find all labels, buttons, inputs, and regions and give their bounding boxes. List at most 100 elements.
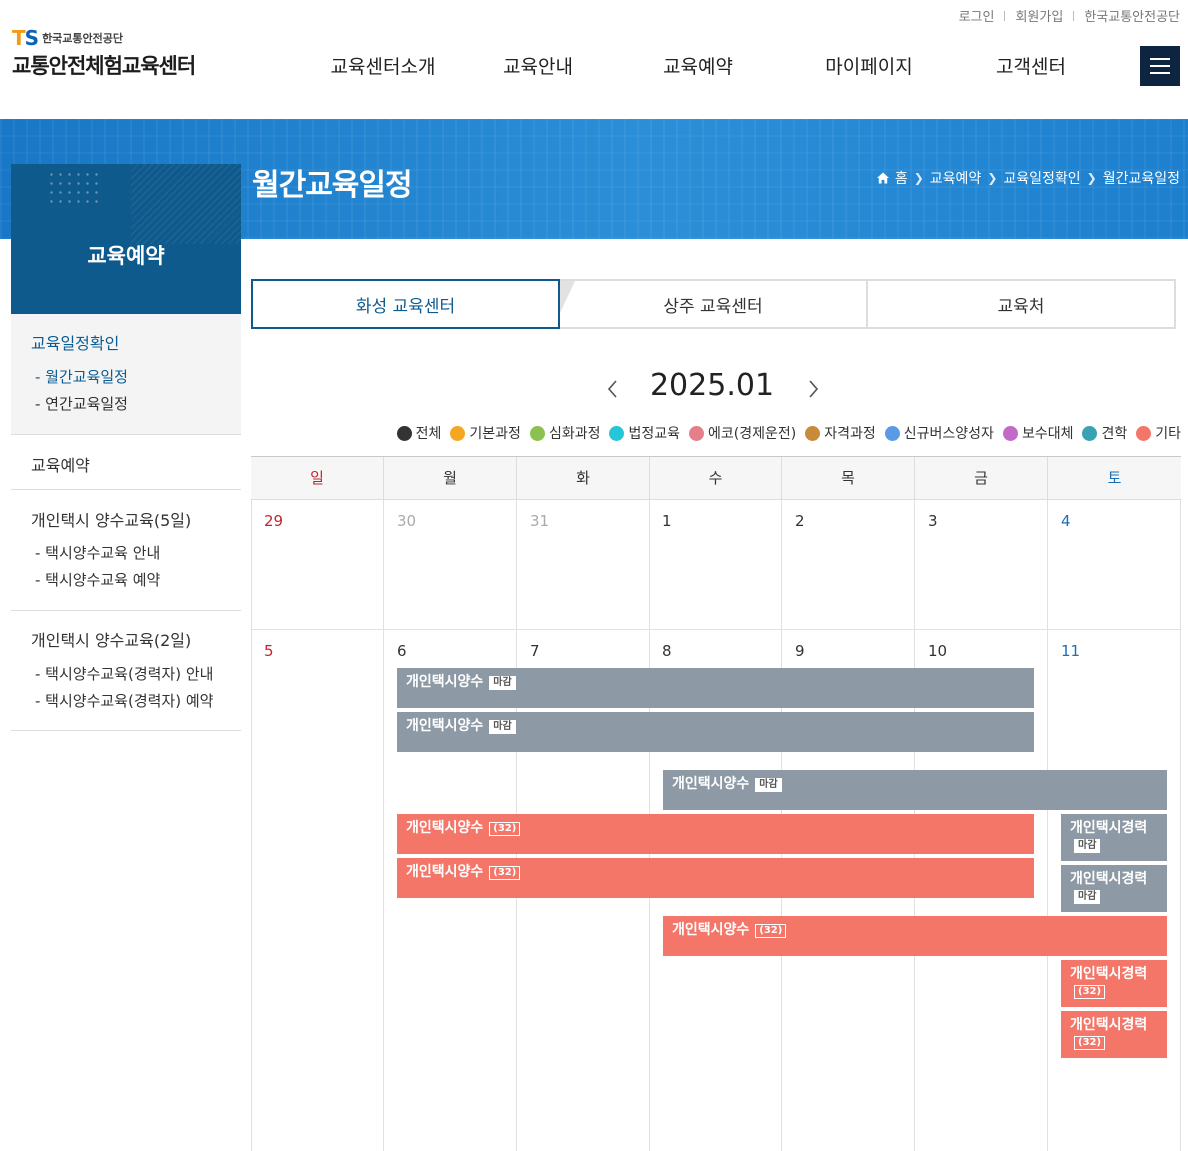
chevron-right-icon: ❯ xyxy=(987,171,998,185)
site-logo[interactable]: TS 한국교통안전공단 교통안전체험교육센터 xyxy=(12,28,196,80)
legend-label: 신규버스양성자 xyxy=(903,426,994,442)
grid-line xyxy=(251,629,1181,630)
nav-customer-center[interactable]: 고객센터 xyxy=(952,52,1110,79)
event-bar[interactable]: 개인택시양수 (32) xyxy=(397,814,1034,854)
day-cell[interactable]: 11 xyxy=(1061,642,1080,660)
sidebar-item-booking[interactable]: 교육예약 xyxy=(31,452,90,476)
event-title: 개인택시경력 xyxy=(1070,966,1148,982)
sidebar-item-exp-booking[interactable]: - 택시양수교육(경력자) 예약 xyxy=(35,690,213,711)
sidebar-item-exp-guide[interactable]: - 택시양수교육(경력자) 안내 xyxy=(35,663,213,684)
event-bar[interactable]: 개인택시경력 마감 xyxy=(1061,865,1167,912)
grid-line xyxy=(251,500,252,1151)
legend-item[interactable]: 기본과정 xyxy=(450,423,521,443)
event-bar[interactable]: 개인택시경력 (32) xyxy=(1061,1011,1167,1058)
current-month: 2025.01 xyxy=(649,368,775,403)
event-bar[interactable]: 개인택시양수 (32) xyxy=(397,858,1034,898)
legend-item[interactable]: 자격과정 xyxy=(805,423,876,443)
sidebar-item-monthly[interactable]: - 월간교육일정 xyxy=(35,366,128,387)
legend-item[interactable]: 법정교육 xyxy=(609,423,680,443)
weekday-thu: 목 xyxy=(781,457,914,500)
legend-item[interactable]: 심화과정 xyxy=(529,423,601,443)
weekday-sun: 일 xyxy=(310,469,324,487)
status-badge: 마감 xyxy=(489,720,516,734)
day-cell[interactable]: 2 xyxy=(795,512,805,530)
sidebar-item-taxi-5day[interactable]: 개인택시 양수교육(5일) xyxy=(31,507,191,531)
legend-dot-icon xyxy=(1136,425,1152,441)
nav-center-intro[interactable]: 교육센터소개 xyxy=(300,52,466,79)
divider xyxy=(1004,10,1006,21)
kotsa-link[interactable]: 한국교통안전공단 xyxy=(1084,6,1180,25)
sidebar-item-schedule[interactable]: 교육일정확인 xyxy=(31,330,119,354)
event-bar[interactable]: 개인택시양수 마감 xyxy=(397,668,1034,708)
sidebar-item-yearly[interactable]: - 연간교육일정 xyxy=(35,393,128,414)
sidebar-item-taxi-booking[interactable]: - 택시양수교육 예약 xyxy=(35,569,160,590)
event-title: 개인택시경력 xyxy=(1070,1017,1148,1033)
sidebar-group-taxi-5day: 개인택시 양수교육(5일) - 택시양수교육 안내 - 택시양수교육 예약 xyxy=(11,490,241,611)
legend-item[interactable]: 신규버스양성자 xyxy=(884,423,994,443)
tab-hwaseong[interactable]: 화성 교육센터 xyxy=(251,279,560,329)
day-cell[interactable]: 7 xyxy=(530,642,540,660)
event-title: 개인택시양수 xyxy=(406,718,484,734)
event-bar[interactable]: 개인택시양수 마감 xyxy=(397,712,1034,752)
day-cell[interactable]: 3 xyxy=(928,512,938,530)
legend-dot-icon xyxy=(529,425,545,441)
legend-dot-icon xyxy=(805,425,821,441)
event-bar[interactable]: 개인택시양수 마감 xyxy=(663,770,1167,810)
legend-label: 기타 xyxy=(1155,426,1181,442)
day-cell[interactable]: 31 xyxy=(530,512,549,530)
day-cell[interactable]: 10 xyxy=(928,642,947,660)
event-title: 개인택시양수 xyxy=(406,820,484,836)
monthly-calendar: 일 월 화 수 목 금 토 29 30 31 1 2 3 4 5 6 7 8 9… xyxy=(251,456,1181,1151)
legend-item[interactable]: 견학 xyxy=(1082,423,1127,443)
day-cell[interactable]: 4 xyxy=(1061,512,1071,530)
hamburger-menu-icon[interactable] xyxy=(1140,46,1180,86)
weekday-fri: 금 xyxy=(914,457,1047,500)
logo-org-name: 한국교통안전공단 xyxy=(42,32,124,45)
nav-edu-booking[interactable]: 교육예약 xyxy=(610,52,786,79)
sidebar-group-booking: 교육예약 xyxy=(11,435,241,490)
event-bar[interactable]: 개인택시양수 (32) xyxy=(663,916,1167,956)
grid-line xyxy=(383,500,384,1151)
breadcrumb-booking[interactable]: 교육예약 xyxy=(930,168,982,188)
legend-item[interactable]: 기타 xyxy=(1136,423,1181,443)
page-title: 월간교육일정 xyxy=(252,168,413,203)
tab-sangju[interactable]: 상주 교육센터 xyxy=(558,279,868,329)
status-badge: 마감 xyxy=(489,676,516,690)
weekday-wed: 수 xyxy=(649,457,781,500)
day-cell[interactable]: 8 xyxy=(662,642,672,660)
tab-hq[interactable]: 교육처 xyxy=(866,279,1176,329)
weekday-tue: 화 xyxy=(516,457,649,500)
seats-badge: (32) xyxy=(489,822,521,836)
seats-badge: (32) xyxy=(489,866,521,880)
legend-item[interactable]: 에코(경제운전) xyxy=(689,423,796,443)
nav-mypage[interactable]: 마이페이지 xyxy=(786,52,952,79)
breadcrumb-home[interactable]: 홈 xyxy=(895,168,908,188)
event-title: 개인택시양수 xyxy=(406,674,484,690)
day-cell[interactable]: 29 xyxy=(264,512,283,530)
event-bar[interactable]: 개인택시경력 마감 xyxy=(1061,814,1167,861)
event-bar[interactable]: 개인택시경력 (32) xyxy=(1061,960,1167,1007)
day-cell[interactable]: 1 xyxy=(662,512,672,530)
legend-item[interactable]: 보수대체 xyxy=(1002,423,1074,443)
home-icon[interactable] xyxy=(876,171,890,185)
event-title: 개인택시양수 xyxy=(672,776,750,792)
legend-label: 심화과정 xyxy=(548,426,601,442)
sidebar-item-taxi-guide[interactable]: - 택시양수교육 안내 xyxy=(35,542,160,563)
nav-edu-guide[interactable]: 교육안내 xyxy=(466,52,610,79)
legend-label: 법정교육 xyxy=(628,426,681,442)
day-cell[interactable]: 30 xyxy=(397,512,416,530)
sidebar-item-taxi-2day[interactable]: 개인택시 양수교육(2일) xyxy=(31,627,191,651)
breadcrumb-schedule[interactable]: 교육일정확인 xyxy=(1003,168,1080,188)
legend-dot-icon xyxy=(450,425,466,441)
seats-badge: (32) xyxy=(1074,1036,1106,1050)
signup-link[interactable]: 회원가입 xyxy=(1015,6,1063,25)
day-cell[interactable]: 5 xyxy=(264,642,274,660)
legend-item[interactable]: 전체 xyxy=(396,423,441,443)
legend-label: 보수대체 xyxy=(1021,426,1074,442)
prev-month-icon[interactable] xyxy=(600,372,626,406)
next-month-icon[interactable] xyxy=(800,372,826,406)
day-cell[interactable]: 9 xyxy=(795,642,805,660)
login-link[interactable]: 로그인 xyxy=(959,6,995,25)
legend-dot-icon xyxy=(1082,425,1098,441)
day-cell[interactable]: 6 xyxy=(397,642,407,660)
